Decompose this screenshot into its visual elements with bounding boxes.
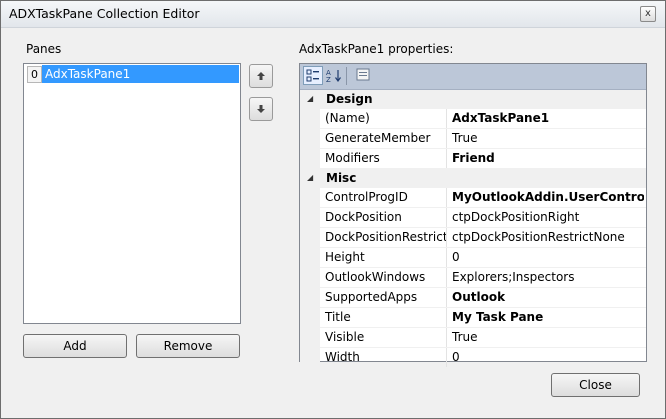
window-close-button[interactable]: x	[640, 6, 656, 22]
category-label: Misc	[326, 171, 357, 185]
property-row[interactable]: Modifiers Friend	[300, 149, 646, 169]
window-title: ADXTaskPane Collection Editor	[9, 6, 200, 21]
row-gutter	[300, 248, 320, 267]
row-gutter	[300, 149, 320, 168]
property-row[interactable]: ControlProgID MyOutlookAddin.UserControl1	[300, 188, 646, 208]
property-pages-icon	[356, 68, 370, 81]
row-gutter	[300, 268, 320, 287]
row-gutter	[300, 129, 320, 148]
property-name: GenerateMember	[320, 129, 447, 148]
move-up-button[interactable]	[249, 64, 273, 88]
property-name: Visible	[320, 328, 447, 347]
sort-alphabetical-icon: A Z	[326, 69, 341, 84]
property-value[interactable]: AdxTaskPane1	[448, 109, 644, 128]
property-value[interactable]: True	[448, 129, 644, 148]
categorized-icon	[306, 69, 319, 82]
property-grid-toolbar: A Z	[300, 64, 646, 90]
list-item[interactable]: 0 AdxTaskPane1	[25, 65, 239, 83]
property-value[interactable]: ctpDockPositionRight	[448, 208, 644, 227]
property-row[interactable]: DockPositionRestrict ctpDockPositionRestr…	[300, 228, 646, 248]
property-name: Modifiers	[320, 149, 447, 168]
property-row[interactable]: Height 0	[300, 248, 646, 268]
property-name: (Name)	[320, 109, 447, 128]
property-name: ControlProgID	[320, 188, 447, 207]
panes-label: Panes	[26, 42, 62, 56]
row-gutter	[300, 228, 320, 247]
remove-button[interactable]: Remove	[136, 334, 240, 358]
toolbar-separator	[346, 67, 347, 85]
property-row[interactable]: SupportedApps Outlook	[300, 288, 646, 308]
category-misc[interactable]: ◢ Misc	[300, 169, 646, 188]
property-value[interactable]: Explorers;Inspectors	[448, 268, 644, 287]
property-value[interactable]: 0	[448, 248, 644, 267]
property-row[interactable]: DockPosition ctpDockPositionRight	[300, 208, 646, 228]
property-row[interactable]: Title My Task Pane	[300, 308, 646, 328]
property-value[interactable]: Outlook	[448, 288, 644, 307]
svg-text:Z: Z	[326, 76, 331, 83]
property-rows: ◢ Design (Name) AdxTaskPane1 GenerateMember T…	[300, 90, 646, 368]
property-name: OutlookWindows	[320, 268, 447, 287]
property-name: Height	[320, 248, 447, 267]
property-value[interactable]: ctpDockPositionRestrictNone	[448, 228, 644, 247]
row-gutter	[300, 109, 320, 128]
property-row[interactable]: OutlookWindows Explorers;Inspectors	[300, 268, 646, 288]
list-item-index: 0	[27, 66, 42, 83]
row-gutter	[300, 188, 320, 207]
categorized-button[interactable]	[303, 66, 323, 85]
row-gutter	[300, 208, 320, 227]
property-name: DockPositionRestrict	[320, 228, 447, 247]
property-row[interactable]: GenerateMember True	[300, 129, 646, 149]
arrow-up-icon	[257, 72, 265, 80]
property-pages-button[interactable]	[353, 66, 373, 85]
category-label: Design	[326, 92, 373, 106]
close-button[interactable]: Close	[551, 373, 640, 397]
row-gutter	[300, 348, 320, 367]
collapse-triangle-icon[interactable]: ◢	[307, 173, 313, 182]
collapse-triangle-icon[interactable]: ◢	[307, 94, 313, 103]
move-down-button[interactable]	[249, 97, 273, 121]
property-value[interactable]: My Task Pane	[448, 308, 644, 327]
property-name: SupportedApps	[320, 288, 447, 307]
property-grid[interactable]: A Z ◢ Design (Name) AdxTaskPane1 GenerateMem…	[299, 63, 647, 368]
panes-list[interactable]: 0 AdxTaskPane1	[23, 63, 241, 324]
title-bar[interactable]: ADXTaskPane Collection Editor x	[1, 1, 665, 28]
row-gutter	[300, 288, 320, 307]
category-design[interactable]: ◢ Design	[300, 90, 646, 109]
property-row[interactable]: Width 0	[300, 348, 646, 368]
property-row[interactable]: Visible True	[300, 328, 646, 348]
property-value[interactable]: Friend	[448, 149, 644, 168]
add-button[interactable]: Add	[23, 334, 127, 358]
property-name: Title	[320, 308, 447, 327]
alphabetical-button[interactable]: A Z	[324, 66, 344, 85]
property-value[interactable]: MyOutlookAddin.UserControl1	[448, 188, 644, 207]
row-gutter	[300, 308, 320, 327]
collection-editor-window: ADXTaskPane Collection Editor x Panes 0 …	[0, 0, 666, 419]
row-gutter	[300, 328, 320, 347]
property-name: DockPosition	[320, 208, 447, 227]
property-value[interactable]: True	[448, 328, 644, 347]
property-name: Width	[320, 348, 447, 367]
properties-label: AdxTaskPane1 properties:	[299, 42, 454, 56]
list-item-label: AdxTaskPane1	[42, 65, 239, 83]
arrow-down-icon	[257, 105, 265, 113]
property-value[interactable]: 0	[448, 348, 644, 367]
property-row[interactable]: (Name) AdxTaskPane1	[300, 109, 646, 129]
